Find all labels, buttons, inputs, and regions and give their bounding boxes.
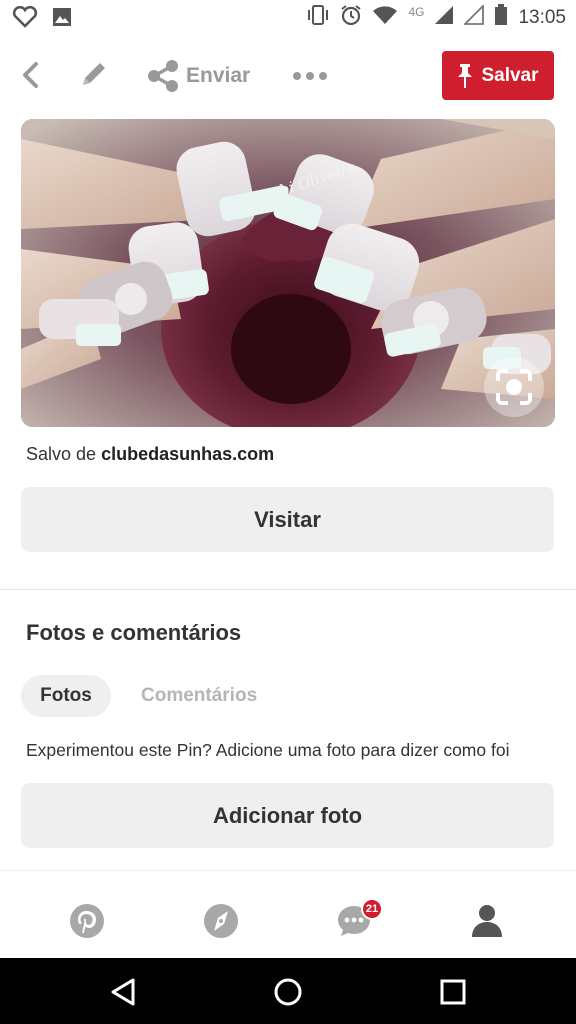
- clock: 13:05: [518, 6, 566, 28]
- nail-art-photo: Fabi Oliveira: [21, 119, 555, 427]
- android-home-button[interactable]: [268, 972, 308, 1012]
- network-type: 4G: [408, 4, 425, 19]
- add-photo-button[interactable]: Adicionar foto: [21, 783, 554, 848]
- compass-explore-icon: [204, 904, 238, 938]
- home-circle-icon: [274, 978, 302, 1006]
- visual-search-icon: [496, 369, 532, 405]
- chevron-left-icon: [23, 62, 38, 88]
- signal-empty-icon: [463, 3, 485, 30]
- status-bar: 4G 13:05: [0, 0, 576, 34]
- tab-comentarios[interactable]: Comentários: [141, 675, 257, 717]
- bottom-nav: [0, 870, 576, 958]
- ellipsis-dot: [319, 72, 327, 80]
- back-triangle-icon: [111, 978, 135, 1006]
- tab-fotos[interactable]: Fotos: [21, 675, 111, 717]
- vibrate-icon: [306, 4, 330, 31]
- pin-toolbar: Enviar Salvar: [0, 34, 576, 118]
- share-icon: [148, 60, 178, 92]
- signal-icon: [434, 5, 454, 30]
- android-back-button[interactable]: [103, 972, 143, 1012]
- tried-prompt: Experimentou este Pin? Adicione uma foto…: [26, 740, 510, 760]
- save-label: Salvar: [481, 64, 539, 86]
- android-nav-bar: [0, 958, 576, 1024]
- pushpin-icon: [458, 63, 473, 88]
- image-icon: [52, 7, 72, 32]
- android-recents-button[interactable]: [433, 972, 473, 1012]
- visit-button[interactable]: Visitar: [21, 487, 554, 552]
- notification-badge: 21: [361, 898, 383, 920]
- wifi-icon: [372, 5, 398, 30]
- share-button[interactable]: Enviar: [146, 56, 250, 96]
- recents-square-icon: [440, 979, 466, 1005]
- source-domain-link[interactable]: clubedasunhas.com: [101, 444, 274, 464]
- back-button[interactable]: [16, 60, 46, 90]
- save-button[interactable]: Salvar: [442, 51, 554, 100]
- ellipsis-dot: [306, 72, 314, 80]
- heart-outline-icon: [12, 5, 38, 33]
- pinterest-home-icon: [70, 904, 104, 938]
- share-label: Enviar: [186, 64, 251, 87]
- profile-icon: [472, 905, 502, 937]
- nav-explore[interactable]: [201, 901, 241, 941]
- battery-icon: [494, 4, 508, 31]
- saved-from-prefix: Salvo de: [26, 444, 102, 464]
- ellipsis-dot: [293, 72, 301, 80]
- edit-button[interactable]: [78, 58, 110, 90]
- nav-home[interactable]: [67, 901, 107, 941]
- pin-image[interactable]: Fabi Oliveira: [21, 119, 555, 427]
- saved-from-text: Salvo de clubedasunhas.com: [26, 444, 274, 465]
- nav-profile[interactable]: [467, 901, 507, 941]
- pencil-icon: [83, 63, 105, 85]
- visual-search-button[interactable]: [484, 357, 544, 417]
- more-options-button[interactable]: [290, 56, 330, 96]
- divider: [0, 589, 576, 590]
- alarm-icon: [340, 4, 362, 31]
- section-title: Fotos e comentários: [26, 620, 242, 645]
